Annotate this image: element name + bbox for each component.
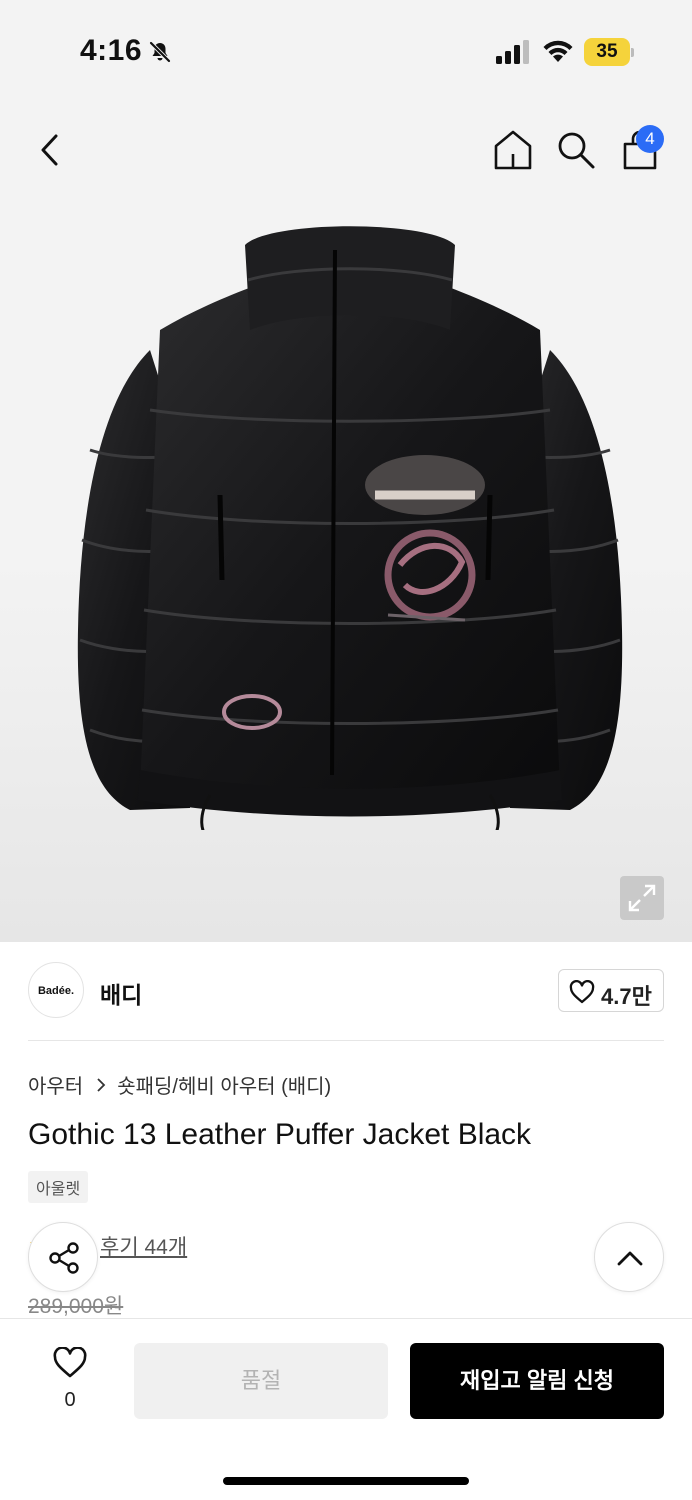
bottom-action-bar: 0 품절 재입고 알림 신청 [0, 1318, 692, 1500]
divider [28, 1040, 664, 1041]
home-indicator[interactable] [223, 1477, 469, 1485]
wishlist-count: 0 [64, 1389, 76, 1411]
brand-like-button[interactable]: 4.7만 [558, 969, 664, 1012]
battery-cap [631, 48, 634, 57]
soldout-button[interactable]: 품절 [134, 1343, 388, 1419]
breadcrumb-item-category[interactable]: 아우터 [28, 1070, 83, 1099]
battery-indicator: 35 [584, 38, 634, 66]
share-icon [49, 1242, 79, 1274]
breadcrumb-item-subcategory[interactable]: 숏패딩/헤비 아우터 (배디) [117, 1070, 331, 1099]
scroll-to-top-button[interactable] [594, 1222, 664, 1292]
signal-icon [496, 40, 529, 64]
product-title: Gothic 13 Leather Puffer Jacket Black [28, 1118, 532, 1151]
review-count-link[interactable]: 후기 44개 [100, 1231, 187, 1261]
restock-alert-button[interactable]: 재입고 알림 신청 [410, 1343, 664, 1419]
chevron-right-icon [97, 1077, 106, 1092]
home-icon[interactable] [492, 128, 534, 172]
battery-level: 35 [596, 41, 618, 62]
bell-off-icon [149, 41, 171, 63]
wifi-icon [543, 40, 573, 62]
product-image-area[interactable]: 4 [0, 100, 692, 942]
status-time: 4:16 [80, 34, 143, 67]
expand-icon [628, 884, 656, 912]
heart-icon [569, 980, 595, 1004]
chevron-up-icon [617, 1251, 643, 1266]
breadcrumb: 아우터 숏패딩/헤비 아우터 (배디) [28, 1070, 331, 1099]
original-price: 289,000원 [28, 1295, 124, 1318]
expand-image-button[interactable] [620, 876, 664, 920]
search-icon[interactable] [556, 130, 596, 170]
brand-logo[interactable]: Badée. [28, 962, 84, 1018]
cart-count-badge: 4 [636, 125, 664, 153]
outlet-tag: 아울렛 [28, 1171, 89, 1203]
share-button[interactable] [28, 1222, 98, 1292]
wishlist-heart-icon[interactable] [52, 1347, 88, 1379]
brand-name[interactable]: 배디 [100, 976, 142, 1010]
brand-like-count: 4.7만 [601, 984, 652, 1009]
status-bar: 4:16 35 [0, 0, 692, 100]
back-icon[interactable] [34, 130, 66, 170]
product-image[interactable] [70, 210, 630, 830]
